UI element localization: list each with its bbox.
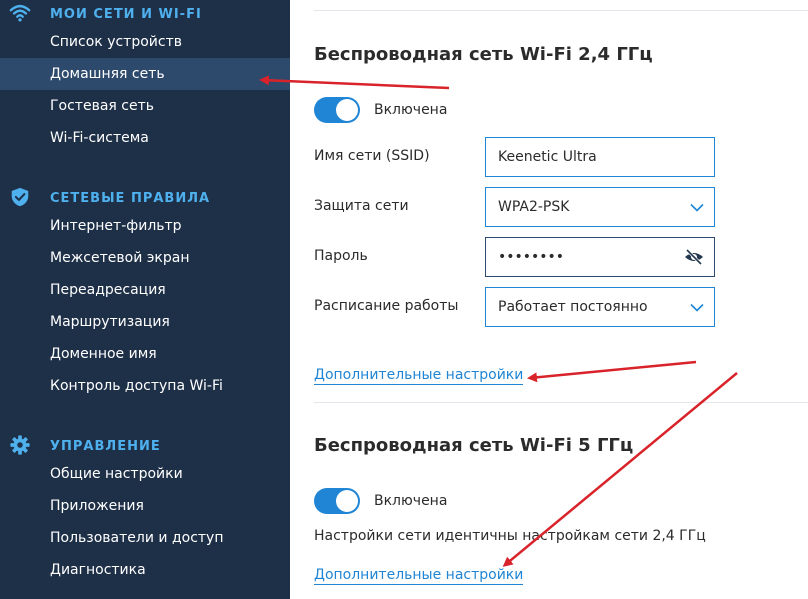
sidebar-item-wifi-system[interactable]: Wi-Fi-система: [0, 122, 290, 154]
sidebar-item-routing[interactable]: Маршрутизация: [0, 306, 290, 338]
wifi24-toggle-label: Включена: [374, 102, 448, 118]
password-input[interactable]: ••••••••: [485, 237, 715, 277]
wifi5-enable-toggle[interactable]: [314, 488, 360, 514]
security-label: Защита сети: [314, 198, 409, 214]
wifi5-toggle-label: Включена: [374, 493, 448, 509]
sidebar-item-port-forwarding[interactable]: Переадресация: [0, 274, 290, 306]
security-value: WPA2-PSK: [498, 199, 570, 215]
sidebar-item-users-access[interactable]: Пользователи и доступ: [0, 522, 290, 554]
main-content: Беспроводная сеть Wi-Fi 2,4 ГГц Включена…: [290, 0, 808, 599]
ssid-value: Keenetic Ultra: [498, 149, 597, 165]
wifi-icon: [9, 4, 31, 22]
sidebar-item-home-network[interactable]: Домашняя сеть: [0, 58, 290, 90]
schedule-value: Работает постоянно: [498, 299, 648, 315]
wifi5-advanced-settings-link[interactable]: Дополнительные настройки: [314, 567, 524, 585]
wifi5-title: Беспроводная сеть Wi-Fi 5 ГГц: [314, 435, 634, 456]
ssid-label: Имя сети (SSID): [314, 148, 430, 164]
divider: [314, 10, 808, 11]
sidebar-item-wifi-access-control[interactable]: Контроль доступа Wi-Fi: [0, 370, 290, 402]
toggle-knob: [336, 490, 358, 512]
sidebar-item-diagnostics[interactable]: Диагностика: [0, 554, 290, 586]
section-title-my-networks: МОИ СЕТИ И WI-FI: [50, 7, 202, 22]
schedule-label: Расписание работы: [314, 298, 459, 314]
chevron-down-icon: [690, 303, 704, 312]
sidebar-item-guest-network[interactable]: Гостевая сеть: [0, 90, 290, 122]
wifi5-identical-note: Настройки сети идентичны настройкам сети…: [314, 528, 706, 544]
section-title-management: УПРАВЛЕНИЕ: [50, 439, 161, 454]
sidebar-item-applications[interactable]: Приложения: [0, 490, 290, 522]
sidebar-item-internet-filter[interactable]: Интернет-фильтр: [0, 210, 290, 242]
sidebar-item-general-settings[interactable]: Общие настройки: [0, 458, 290, 490]
password-label: Пароль: [314, 248, 368, 264]
section-title-network-rules: СЕТЕВЫЕ ПРАВИЛА: [50, 191, 211, 206]
shield-check-icon: [11, 187, 29, 207]
gear-icon: [10, 435, 30, 455]
divider: [314, 402, 808, 403]
ssid-input[interactable]: Keenetic Ultra: [485, 137, 715, 177]
security-select[interactable]: WPA2-PSK: [485, 187, 715, 227]
sidebar-item-device-list[interactable]: Список устройств: [0, 26, 290, 58]
wifi24-title: Беспроводная сеть Wi-Fi 2,4 ГГц: [314, 44, 653, 65]
wifi24-enable-toggle[interactable]: [314, 97, 360, 123]
sidebar: МОИ СЕТИ И WI-FI Список устройств Домашн…: [0, 0, 290, 599]
schedule-select[interactable]: Работает постоянно: [485, 287, 715, 327]
wifi24-advanced-settings-link[interactable]: Дополнительные настройки: [314, 367, 524, 385]
password-value: ••••••••: [498, 249, 565, 265]
sidebar-item-firewall[interactable]: Межсетевой экран: [0, 242, 290, 274]
eye-slash-icon[interactable]: [684, 249, 704, 265]
sidebar-item-domain-name[interactable]: Доменное имя: [0, 338, 290, 370]
chevron-down-icon: [690, 203, 704, 212]
toggle-knob: [336, 99, 358, 121]
